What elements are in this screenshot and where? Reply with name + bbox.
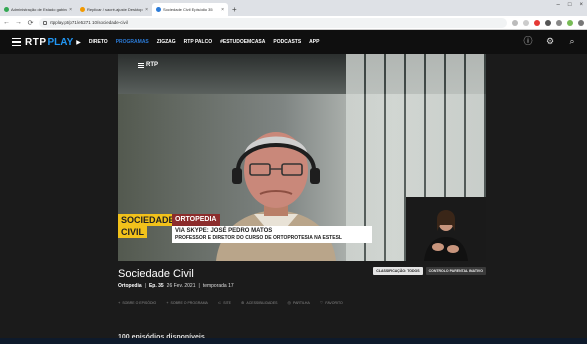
nav-item-zigzag[interactable]: ZIGZAG — [157, 39, 176, 45]
extension-icon[interactable] — [534, 19, 540, 26]
window-controls: – □ × — [557, 2, 583, 8]
plus-icon: + — [166, 300, 169, 305]
badges: CLASSIFICAÇÃO: TODOS CONTROLO PARENTAL I… — [373, 267, 486, 275]
tab-label: Sociedade Civil Episódio 35 — [163, 7, 213, 12]
tab-favicon-icon — [156, 7, 161, 12]
minimize-icon[interactable]: – — [557, 2, 560, 8]
about-program-button[interactable]: + SOBRE O PROGRAMA — [166, 300, 208, 305]
extension-icon[interactable] — [545, 19, 551, 26]
nav-item-programas[interactable]: PROGRAMAS — [116, 39, 149, 45]
lower-third-caption: VIA SKYPE: JOSÉ PEDRO MATOS PROFESSOR E … — [172, 226, 372, 243]
url-text: rtpplay.pt/p71/e5271 10/sociedade-civil — [50, 20, 128, 25]
new-tab-plus-icon[interactable]: + — [228, 3, 241, 16]
episode-date: 26 Fev. 2021 — [166, 283, 196, 289]
nav-item-direto[interactable]: DIRETO — [89, 39, 108, 45]
brand-logo-play[interactable]: PLAY — [48, 37, 74, 48]
meta-separator: | — [198, 283, 200, 289]
hamburger-menu-icon[interactable] — [12, 37, 21, 47]
browser-tab[interactable]: Replicar / sacré-ajuste Desktop × — [76, 3, 152, 16]
episode-season: temporada 17 — [202, 283, 234, 289]
browser-address-bar: ← → ⟳ rtpplay.pt/p71/e5271 10/sociedade-… — [0, 16, 587, 30]
episode-number: Ep. 35 — [148, 283, 164, 289]
screen: Administração de Estado gabinet... × Rep… — [0, 0, 587, 344]
tab-favicon-icon — [4, 7, 9, 12]
episode-topic: Ortopedia — [118, 283, 142, 289]
maximize-icon[interactable]: □ — [568, 2, 572, 8]
accessibility-icon: ⊛ — [241, 300, 245, 305]
about-episode-button[interactable]: + SOBRE O EPISÓDIO — [118, 300, 156, 305]
puzzle-icon[interactable] — [556, 19, 562, 26]
lower-third-topic: ORTOPEDIA — [172, 214, 220, 226]
reload-icon[interactable]: ⟳ — [27, 19, 34, 27]
nav-item-estudoemcasa[interactable]: #ESTUDOEMCASA — [220, 39, 265, 45]
show-title: Sociedade Civil — [118, 268, 194, 280]
lower-third-show-line2: CIVIL — [118, 226, 148, 238]
tab-label: Replicar / sacré-ajuste Desktop — [87, 7, 143, 12]
url-input[interactable]: rtpplay.pt/p71/e5271 10/sociedade-civil — [39, 17, 507, 28]
browser-tab-active[interactable]: Sociedade Civil Episódio 35 × — [152, 3, 228, 16]
nav-item-app[interactable]: APP — [309, 39, 319, 45]
share-icon: ◎ — [287, 300, 292, 305]
tab-label: Administração de Estado gabinet... — [11, 7, 68, 12]
lower-third-show-line1: SOCIEDADE — [118, 214, 178, 226]
link-icon: ⊂ — [217, 300, 222, 305]
browser-tab[interactable]: Administração de Estado gabinet... × — [0, 3, 76, 16]
play-triangle-icon: ▶ — [76, 39, 81, 46]
favorite-button[interactable]: ♡ FAVORITO — [320, 300, 343, 305]
accessibility-button[interactable]: ⊛ ACESSIBILIDADES — [241, 300, 277, 305]
settings-icon[interactable]: ⚙ — [545, 36, 555, 46]
forward-arrow-icon[interactable]: → — [15, 19, 22, 26]
video-player[interactable]: RTP SOCIEDADE CIVIL ORTOPEDIA VIA SKYPE:… — [118, 54, 486, 261]
lower-third-name: VIA SKYPE: JOSÉ PEDRO MATOS — [175, 228, 273, 234]
parental-control-badge[interactable]: CONTROLO PARENTAL INATIVO — [425, 267, 486, 275]
info-icon[interactable]: ⓘ — [523, 36, 533, 46]
browser-tab-bar: Administração de Estado gabinet... × Rep… — [0, 0, 587, 16]
sign-language-interpreter — [406, 197, 486, 261]
close-icon[interactable]: × — [145, 7, 148, 13]
header-icons: ⓘ ⚙ ⌕ — [523, 36, 577, 46]
os-taskbar — [0, 338, 587, 344]
close-window-icon[interactable]: × — [579, 2, 583, 8]
nav-item-podcasts[interactable]: PODCASTS — [273, 39, 301, 45]
lower-third: SOCIEDADE CIVIL ORTOPEDIA VIA SKYPE: JOS… — [118, 214, 378, 246]
channel-logo-overlay: RTP — [138, 62, 158, 68]
lower-third-role: PROFESSOR E DIRETOR DO CURSO DE ORTOPROT… — [175, 235, 342, 241]
star-icon[interactable] — [523, 19, 529, 26]
menu-dots-icon[interactable] — [578, 19, 584, 26]
brand-logo[interactable]: RTP — [25, 37, 47, 48]
extension-icon[interactable] — [512, 19, 518, 26]
profile-avatar[interactable] — [567, 19, 573, 26]
rating-badge: CLASSIFICAÇÃO: TODOS — [373, 267, 423, 275]
back-arrow-icon[interactable]: ← — [3, 19, 10, 26]
close-icon[interactable]: × — [69, 7, 72, 13]
close-icon[interactable]: × — [221, 7, 224, 13]
lock-icon — [43, 20, 47, 25]
share-button[interactable]: ◎ PARTILHA — [288, 300, 310, 305]
episode-meta: Ortopedia | Ep. 35 26 Fev. 2021 | tempor… — [118, 283, 234, 289]
site-header: RTP PLAY ▶ DIRETO PROGRAMAS ZIGZAG RTP P… — [0, 30, 587, 54]
meta-separator: | — [144, 283, 146, 289]
extension-icons — [512, 19, 584, 26]
episode-actions: + SOBRE O EPISÓDIO + SOBRE O PROGRAMA ⊂ SIT… — [118, 300, 343, 305]
search-icon[interactable]: ⌕ — [567, 36, 577, 46]
main-nav: DIRETO PROGRAMAS ZIGZAG RTP PALCO #ESTUD… — [89, 39, 320, 45]
nav-item-rtp-palco[interactable]: RTP PALCO — [184, 39, 212, 45]
tab-favicon-icon — [80, 7, 85, 12]
site-link[interactable]: ⊂ SITE — [218, 300, 231, 305]
heart-icon: ♡ — [319, 300, 324, 305]
plus-icon: + — [118, 300, 121, 305]
